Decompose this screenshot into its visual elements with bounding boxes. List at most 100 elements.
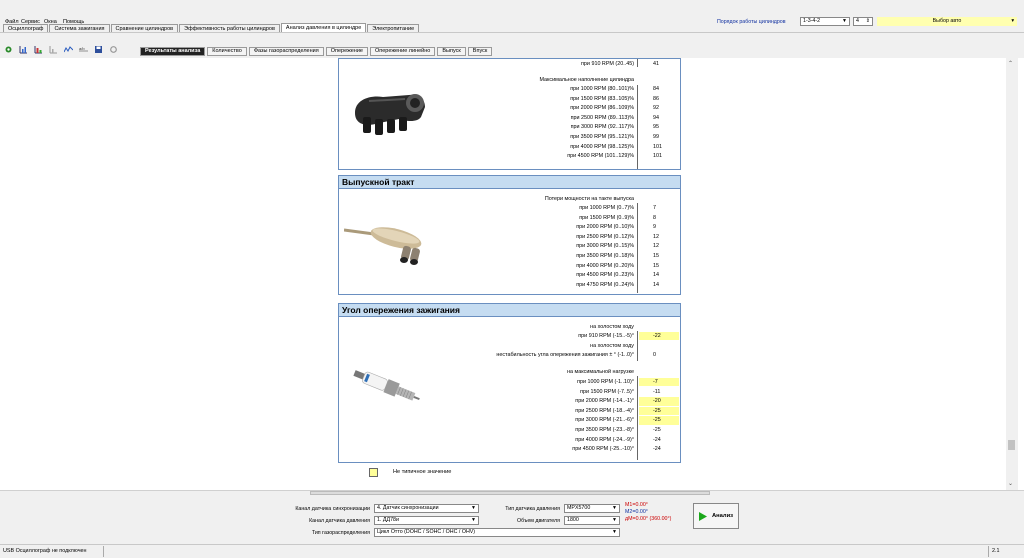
row-label: при 3000 RPM (92..117)% bbox=[570, 124, 634, 131]
table-row: при 3000 RPM (-21..-6)° -25 bbox=[339, 416, 680, 425]
analyze-button[interactable]: Анализ bbox=[693, 503, 739, 529]
engine-volume-label: Объем двигателя bbox=[517, 518, 560, 524]
table-row: при 4500 RPM (0..23)% 14 bbox=[339, 271, 680, 279]
row-label: при 4500 RPM (0..23)% bbox=[576, 272, 634, 279]
bottom-panel: Канал датчика синхронизации 4. Датчик си… bbox=[0, 490, 1024, 544]
row-label: при 4000 RPM (0..20)% bbox=[576, 262, 634, 269]
row-label: при 4500 RPM (-25..-10)° bbox=[572, 446, 634, 453]
chart-gray-icon[interactable] bbox=[49, 45, 58, 54]
muffler-image bbox=[343, 216, 426, 266]
top-bar: Файл Сервис Окна Помощь Порядок работы ц… bbox=[0, 0, 1024, 33]
row-value: -25 bbox=[639, 416, 679, 425]
sync-channel-select[interactable]: 4. Датчик синхронизации ▼ bbox=[374, 504, 479, 513]
subtab-intake[interactable]: Впуск bbox=[467, 47, 493, 56]
row-label: при 2500 RPM (0..12)% bbox=[576, 233, 634, 240]
row-value: -25 bbox=[653, 427, 661, 433]
row-label: при 3500 RPM (0..18)% bbox=[576, 253, 634, 259]
fraction-icon[interactable]: a/b bbox=[79, 45, 88, 54]
table-row: при 910 RPM (-15..-5)° -22 bbox=[339, 332, 680, 341]
row-label: при 4500 RPM (101..129)% bbox=[567, 153, 634, 160]
row-label: при 2500 RPM (89..113)% bbox=[570, 114, 634, 121]
ignition-title: Угол опережения зажигания bbox=[339, 304, 680, 317]
cylinder-order-select[interactable]: 1-3-4-2 ▼ bbox=[800, 17, 850, 26]
waveform-icon[interactable] bbox=[64, 45, 73, 54]
row-value: -7 bbox=[639, 378, 679, 387]
table-row: при 4500 RPM (101..129)% 101 bbox=[339, 152, 680, 160]
table-row: при 1000 RPM (0..7)% 7 bbox=[339, 204, 680, 212]
row-label: при 1500 RPM (83..105)% bbox=[570, 95, 634, 102]
row-value: 95 bbox=[653, 124, 659, 131]
chart-icon[interactable] bbox=[19, 45, 28, 54]
row-label: при 3500 RPM (95..121)% bbox=[570, 134, 634, 140]
cylinder-count-spinner[interactable]: 4 ⇕ bbox=[853, 17, 873, 26]
pressure-channel-select[interactable]: 1. ДД78и ▼ bbox=[374, 516, 479, 525]
table-row: при 4750 RPM (0..24)% 14 bbox=[339, 281, 680, 289]
sensor-type-label: Тип датчика давления bbox=[505, 506, 560, 512]
chart-stack-icon[interactable] bbox=[34, 45, 43, 54]
row-label: при 1500 RPM (-7..5)° bbox=[580, 388, 634, 395]
row-label: при 4000 RPM (98..125)% bbox=[570, 143, 634, 150]
subtab-exhaust[interactable]: Выпуск bbox=[437, 47, 466, 56]
marker-m1: M1=0.00° bbox=[625, 502, 648, 508]
row-value: 86 bbox=[653, 95, 659, 102]
legend-text: Не типичное значение bbox=[393, 469, 452, 475]
engine-volume-select[interactable]: 1800 ▼ bbox=[564, 516, 620, 525]
vertical-scrollbar[interactable]: ⌃ ⌄ bbox=[1006, 58, 1018, 490]
sync-channel-label: Канал датчика синхронизации bbox=[295, 506, 370, 512]
valve-timing-select[interactable]: Цикл Отто (DOHC / SOHC / OHC / OHV) ▼ bbox=[374, 528, 620, 537]
table-row: при 4500 RPM (-25..-10)° -24 bbox=[339, 445, 680, 453]
row-label: при 4750 RPM (0..24)% bbox=[576, 281, 634, 288]
exhaust-panel: Выпускной тракт Потери мощности на такте… bbox=[338, 175, 681, 295]
intake-manifold-image bbox=[349, 77, 431, 137]
sensor-type-select[interactable]: MPX5700 ▼ bbox=[564, 504, 620, 513]
row-label: при 3500 RPM (-23..-8)° bbox=[575, 427, 634, 433]
row-label: при 2000 RPM (86..109)% bbox=[570, 105, 634, 112]
row-label: при 4000 RPM (-24..-9)° bbox=[575, 436, 634, 443]
spark-plug-image bbox=[349, 366, 429, 412]
row-value: 12 bbox=[653, 243, 659, 250]
subtab-valve-timing[interactable]: Фазы газораспределения bbox=[248, 47, 324, 56]
row-label: при 1500 RPM (0..9)% bbox=[579, 214, 634, 221]
subtab-advance[interactable]: Опережение bbox=[325, 47, 368, 56]
row-value: -20 bbox=[639, 397, 679, 406]
row-value: -24 bbox=[653, 436, 661, 443]
table-row: нестабильность угла опережения зажигания… bbox=[496, 352, 656, 358]
subtab-quantity[interactable]: Количество bbox=[207, 47, 247, 56]
valve-timing-label: Тип газораспределения bbox=[311, 530, 370, 536]
tools-icon[interactable] bbox=[109, 45, 118, 54]
row-value: 99 bbox=[653, 134, 659, 140]
horizontal-scrollbar[interactable] bbox=[310, 491, 710, 495]
row-value: 7 bbox=[653, 205, 656, 211]
row-label: при 3000 RPM (-21..-6)° bbox=[575, 417, 634, 424]
row-value: -25 bbox=[639, 406, 679, 416]
save-icon[interactable] bbox=[94, 45, 103, 54]
sensor-icon[interactable] bbox=[4, 45, 13, 54]
table-row: при 3500 RPM (-23..-8)° -25 bbox=[339, 426, 680, 434]
row-value: 84 bbox=[653, 86, 659, 92]
row-value: 101 bbox=[653, 143, 662, 150]
exhaust-title: Выпускной тракт bbox=[339, 176, 680, 189]
row-value: 92 bbox=[653, 105, 659, 112]
scroll-thumb[interactable] bbox=[1008, 440, 1015, 450]
subtab-results[interactable]: Результаты анализа bbox=[140, 47, 206, 56]
subtab-advance-linear[interactable]: Опережение линейно bbox=[369, 47, 436, 56]
row-value: -11 bbox=[653, 388, 661, 395]
play-icon bbox=[698, 511, 707, 521]
row-label: при 1000 RPM (-1..10)° bbox=[577, 379, 634, 385]
legend-swatch bbox=[369, 468, 378, 477]
auto-select-button[interactable]: Выбор авто ▾ bbox=[877, 17, 1017, 26]
intake-panel: при 910 RPM (20..45) 41 Максимальное напо… bbox=[338, 58, 681, 170]
row-value: 9 bbox=[653, 224, 656, 231]
row-value: 15 bbox=[653, 262, 659, 269]
table-row: при 4000 RPM (98..125)% 101 bbox=[339, 143, 680, 151]
results-view: при 910 RPM (20..45) 41 Максимальное напо… bbox=[0, 58, 1018, 490]
analysis-subtabs: Результаты анализа Количество Фазы газор… bbox=[140, 47, 493, 56]
row-label: при 2500 RPM (-18..-4)° bbox=[575, 407, 634, 414]
row-label: при 2000 RPM (0..10)% bbox=[576, 224, 634, 231]
section-heading: Потери мощности на такте выпуска bbox=[544, 196, 634, 202]
row-value: 14 bbox=[653, 272, 659, 279]
row-label: при 1000 RPM (80..101)% bbox=[570, 86, 634, 92]
status-bar: USB Осциллограф не подключен 2.1 bbox=[0, 544, 1024, 558]
section-heading: на холостом ходу bbox=[590, 343, 634, 349]
marker-m2: M2=0.00° bbox=[625, 509, 648, 515]
